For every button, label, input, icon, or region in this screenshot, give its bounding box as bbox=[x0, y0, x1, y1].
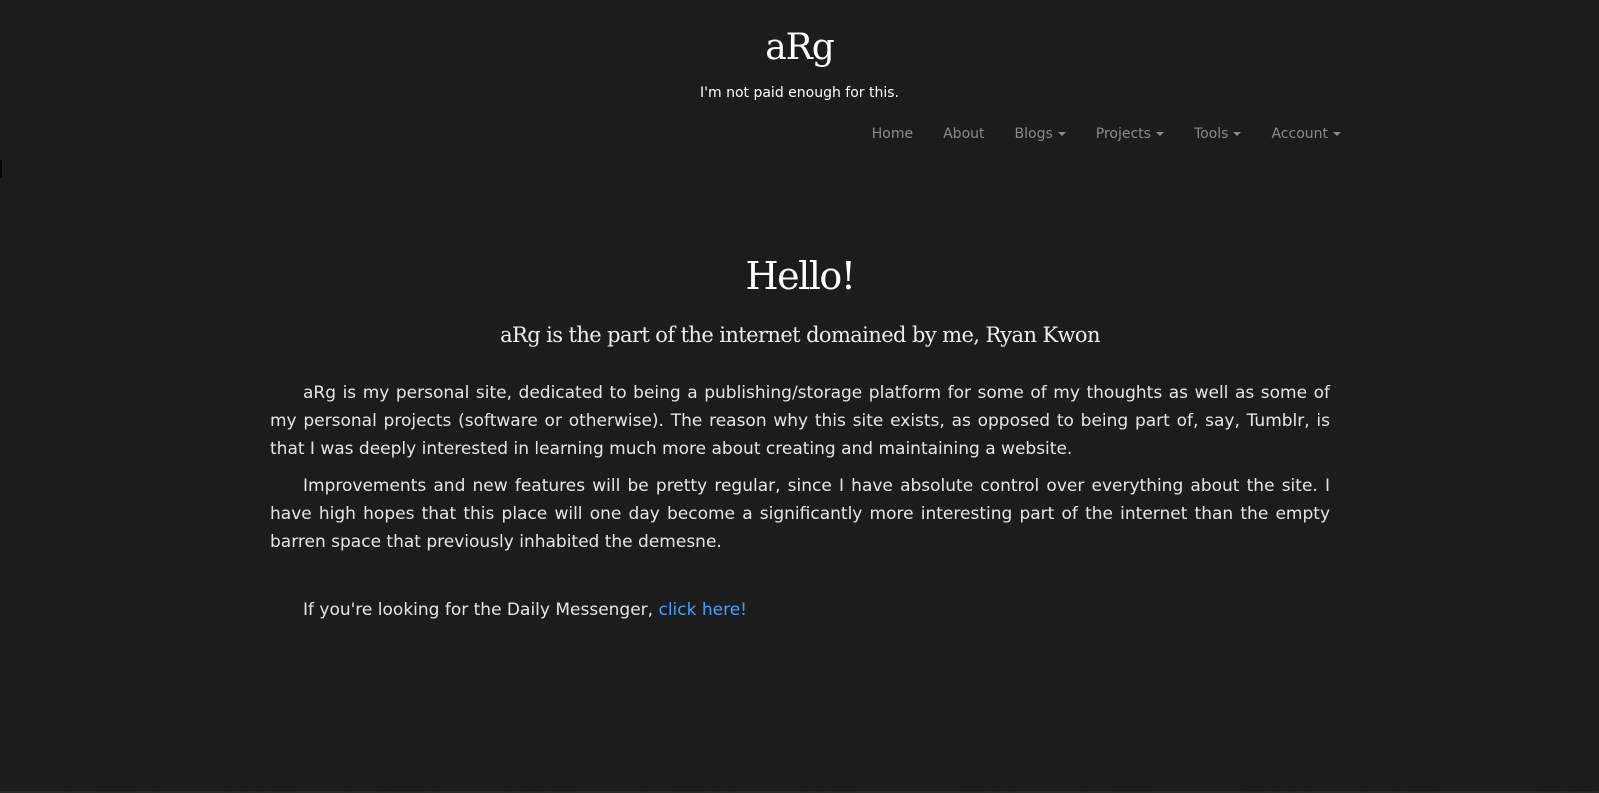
page-subtitle: aRg is the part of the internet domained… bbox=[500, 323, 1100, 347]
nav-about[interactable]: About bbox=[928, 124, 999, 144]
nav-tools-label: Tools bbox=[1193, 126, 1229, 142]
main-content: Hello! aRg is the part of the internet d… bbox=[270, 245, 1330, 624]
improvements-paragraph: Improvements and new features will be pr… bbox=[270, 476, 1330, 552]
caret-down-icon bbox=[1057, 132, 1066, 136]
site-title[interactable]: aRg bbox=[0, 26, 1599, 70]
daily-messenger-line: If you're looking for the Daily Messenge… bbox=[270, 596, 1330, 624]
nav-projects-label: Projects bbox=[1095, 126, 1151, 142]
nav-home-label: Home bbox=[871, 126, 914, 142]
nav-tools-dropdown[interactable]: Tools bbox=[1179, 124, 1257, 144]
nav-projects-dropdown[interactable]: Projects bbox=[1081, 124, 1179, 144]
nav-about-label: About bbox=[943, 126, 985, 142]
nav-account-label: Account bbox=[1271, 126, 1328, 142]
site-tagline: I'm not paid enough for this. bbox=[700, 85, 899, 101]
caret-down-icon bbox=[1155, 132, 1164, 136]
caret-down-icon bbox=[1233, 132, 1242, 136]
window-edge-marker bbox=[0, 160, 2, 178]
nav-blogs-dropdown[interactable]: Blogs bbox=[1000, 124, 1081, 144]
daily-messenger-link[interactable]: click here! bbox=[658, 600, 747, 620]
daily-messenger-text: If you're looking for the Daily Messenge… bbox=[303, 600, 659, 620]
nav-blogs-label: Blogs bbox=[1014, 126, 1053, 142]
nav-account-dropdown[interactable]: Account bbox=[1256, 124, 1356, 144]
nav-home[interactable]: Home bbox=[857, 124, 928, 144]
caret-down-icon bbox=[1333, 132, 1341, 136]
intro-paragraph: aRg is my personal site, dedicated to be… bbox=[270, 383, 1330, 459]
page-title: Hello! bbox=[745, 254, 856, 298]
main-navbar: Home About Blogs Projects Tools Account bbox=[857, 124, 1356, 144]
